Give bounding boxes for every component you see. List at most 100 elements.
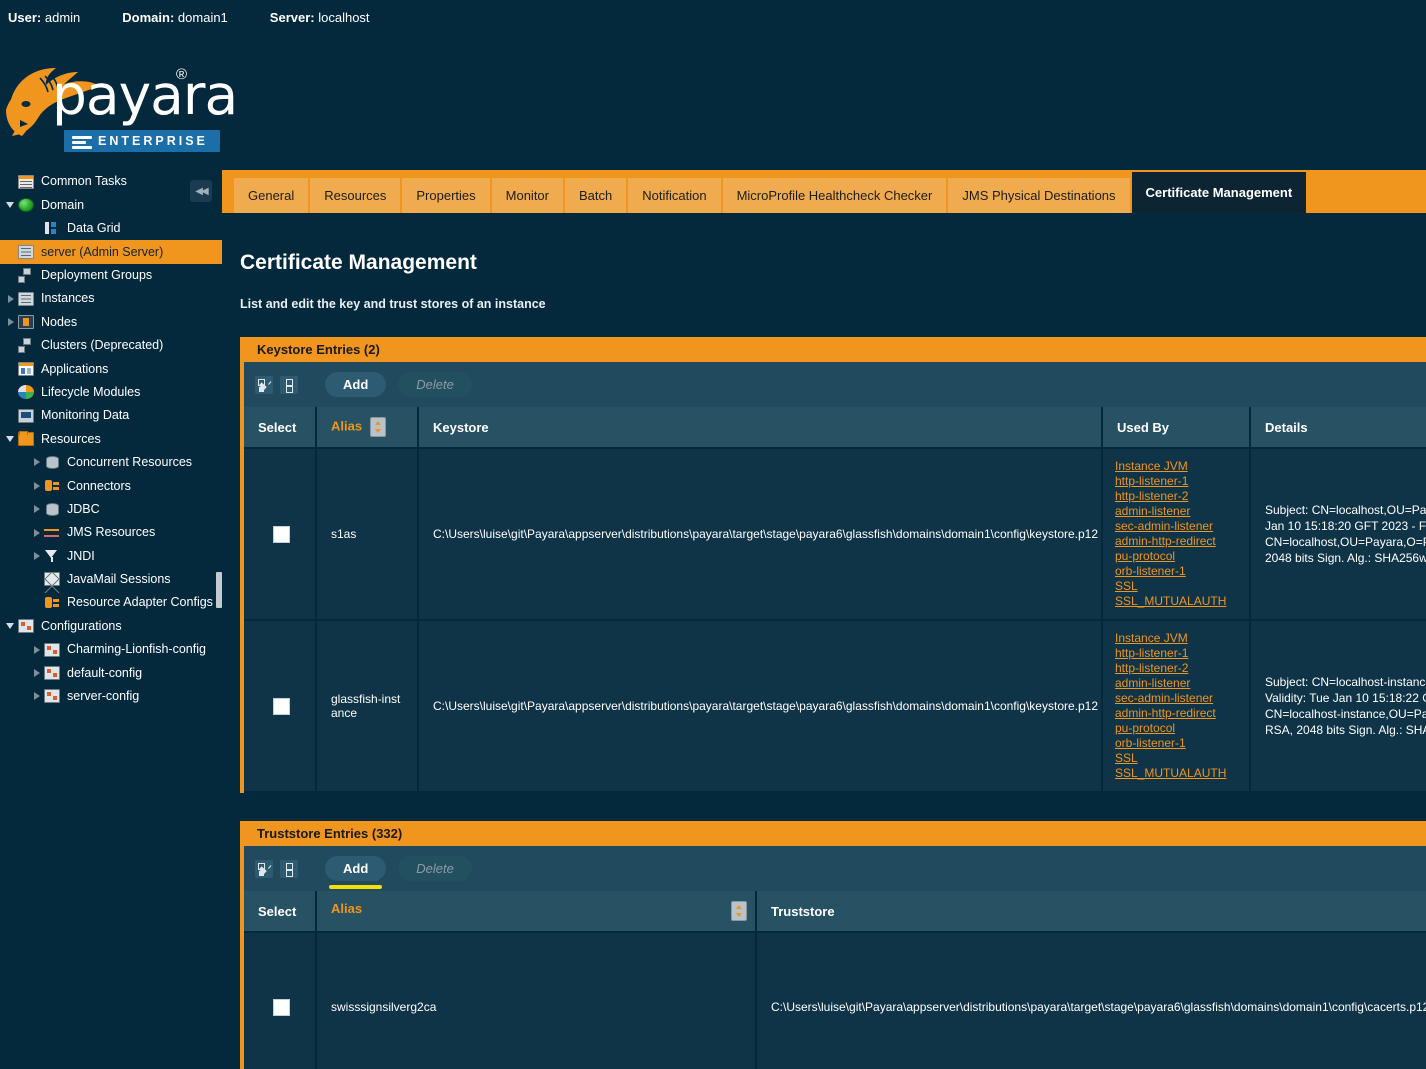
- used-by-link[interactable]: Instance JVM: [1115, 459, 1243, 474]
- sidebar-item-jdbc[interactable]: JDBC: [0, 497, 222, 520]
- tab-monitor[interactable]: Monitor: [492, 178, 565, 213]
- used-by-link[interactable]: admin-listener: [1115, 676, 1243, 691]
- used-by-link[interactable]: http-listener-2: [1115, 661, 1243, 676]
- sidebar-item-data-grid[interactable]: Data Grid: [0, 217, 222, 240]
- used-by-link[interactable]: pu-protocol: [1115, 549, 1243, 564]
- sort-toggle-icon[interactable]: [370, 417, 386, 437]
- used-by-link[interactable]: admin-http-redirect: [1115, 534, 1243, 549]
- menu-bars-icon: [72, 136, 92, 151]
- sidebar-item-jndi[interactable]: JNDI: [0, 544, 222, 567]
- used-by-link[interactable]: Instance JVM: [1115, 631, 1243, 646]
- used-by-link[interactable]: sec-admin-listener: [1115, 519, 1243, 534]
- sidebar-item-charming-lionfish-config[interactable]: Charming-Lionfish-config: [0, 638, 222, 661]
- sidebar-item-instances[interactable]: Instances: [0, 287, 222, 310]
- tab-jms-physical-destinations[interactable]: JMS Physical Destinations: [948, 178, 1131, 213]
- select-none-icon[interactable]: [280, 376, 298, 394]
- used-by-link[interactable]: admin-listener: [1115, 504, 1243, 519]
- twisty-expanded-icon[interactable]: [6, 434, 16, 444]
- sidebar-item-nodes[interactable]: Nodes: [0, 310, 222, 333]
- sidebar-item-domain[interactable]: Domain: [0, 193, 222, 216]
- details-line: Jan 10 15:18:20 GFT 2023 - Fr: [1265, 518, 1423, 534]
- sidebar-item-resources[interactable]: Resources: [0, 427, 222, 450]
- truststore-col-alias[interactable]: Alias: [316, 891, 756, 932]
- sidebar-item-label: Charming-Lionfish-config: [67, 643, 206, 656]
- tab-batch[interactable]: Batch: [565, 178, 628, 213]
- tab-label: Notification: [642, 188, 706, 203]
- sidebar-item-label: server-config: [67, 690, 139, 703]
- twisty-collapsed-icon[interactable]: [32, 691, 42, 701]
- select-all-icon[interactable]: [255, 376, 273, 394]
- sidebar-item-resource-adapter-configs[interactable]: Resource Adapter Configs: [0, 591, 222, 614]
- keystore-col-alias[interactable]: Alias: [316, 407, 418, 448]
- used-by-link[interactable]: SSL_MUTUALAUTH: [1115, 766, 1243, 781]
- twisty-collapsed-icon[interactable]: [32, 645, 42, 655]
- keystore-header-row: Select Alias Keystore Used By Details: [244, 407, 1426, 448]
- collapse-sidebar-button[interactable]: ◀◀: [190, 180, 212, 202]
- sidebar-item-javamail-sessions[interactable]: JavaMail Sessions: [0, 568, 222, 591]
- used-by-link[interactable]: orb-listener-1: [1115, 736, 1243, 751]
- twisty-collapsed-icon[interactable]: [32, 504, 42, 514]
- tab-label: Batch: [579, 188, 612, 203]
- truststore-col-truststore: Truststore: [756, 891, 1426, 932]
- twisty-collapsed-icon[interactable]: [32, 668, 42, 678]
- sort-toggle-icon[interactable]: [731, 901, 747, 921]
- tab-notification[interactable]: Notification: [628, 178, 722, 213]
- truststore-add-button[interactable]: Add: [325, 856, 386, 881]
- twisty-expanded-icon[interactable]: [6, 200, 16, 210]
- keystore-add-button[interactable]: Add: [325, 372, 386, 397]
- tab-properties[interactable]: Properties: [402, 178, 491, 213]
- sidebar-item-concurrent-resources[interactable]: Concurrent Resources: [0, 451, 222, 474]
- twisty-spacer: [6, 364, 16, 374]
- sidebar-item-lifecycle-modules[interactable]: Lifecycle Modules: [0, 381, 222, 404]
- tab-general[interactable]: General: [234, 178, 310, 213]
- sidebar-item-connectors[interactable]: Connectors: [0, 474, 222, 497]
- twisty-expanded-icon[interactable]: [6, 621, 16, 631]
- sidebar-item-label: Domain: [41, 199, 84, 212]
- tab-microprofile-healthcheck-checker[interactable]: MicroProfile Healthcheck Checker: [723, 178, 949, 213]
- tab-certificate-management[interactable]: Certificate Management: [1132, 172, 1307, 213]
- used-by-link[interactable]: http-listener-2: [1115, 489, 1243, 504]
- select-all-icon[interactable]: [255, 860, 273, 878]
- sidebar-item-jms-resources[interactable]: JMS Resources: [0, 521, 222, 544]
- sidebar-item-default-config[interactable]: default-config: [0, 661, 222, 684]
- sidebar-item-applications[interactable]: Applications: [0, 357, 222, 380]
- twisty-collapsed-icon[interactable]: [32, 528, 42, 538]
- sidebar-item-monitoring-data[interactable]: Monitoring Data: [0, 404, 222, 427]
- sidebar-scrollbar-thumb[interactable]: [216, 572, 222, 608]
- sidebar-item-deployment-groups[interactable]: Deployment Groups: [0, 264, 222, 287]
- row-select-checkbox[interactable]: [273, 999, 290, 1016]
- twisty-spacer: [32, 598, 42, 608]
- twisty-collapsed-icon[interactable]: [32, 481, 42, 491]
- used-by-link[interactable]: SSL: [1115, 579, 1243, 594]
- twisty-spacer: [6, 387, 16, 397]
- details-line: Validity: Tue Jan 10 15:18:22 G: [1265, 690, 1423, 706]
- twisty-collapsed-icon[interactable]: [6, 317, 16, 327]
- enterprise-badge: ENTERPRISE: [64, 130, 220, 152]
- sidebar-item-server-admin-server[interactable]: server (Admin Server): [0, 240, 222, 263]
- common-tasks-icon: [18, 175, 34, 189]
- select-none-icon[interactable]: [280, 860, 298, 878]
- domain-label: Domain:: [122, 10, 174, 25]
- sidebar-item-common-tasks[interactable]: Common Tasks: [0, 170, 222, 193]
- twisty-collapsed-icon[interactable]: [32, 457, 42, 467]
- tab-resources[interactable]: Resources: [310, 178, 402, 213]
- used-by-link[interactable]: SSL: [1115, 751, 1243, 766]
- sidebar-item-configurations[interactable]: Configurations: [0, 614, 222, 637]
- truststore-table: Select Alias Truststore swisssignsilverg…: [244, 891, 1426, 1069]
- used-by-link[interactable]: SSL_MUTUALAUTH: [1115, 594, 1243, 609]
- twisty-collapsed-icon[interactable]: [6, 294, 16, 304]
- used-by-link[interactable]: http-listener-1: [1115, 474, 1243, 489]
- sidebar-item-label: Common Tasks: [41, 175, 127, 188]
- used-by-link[interactable]: sec-admin-listener: [1115, 691, 1243, 706]
- used-by-link[interactable]: http-listener-1: [1115, 646, 1243, 661]
- twisty-collapsed-icon[interactable]: [32, 551, 42, 561]
- used-by-link[interactable]: pu-protocol: [1115, 721, 1243, 736]
- sidebar-item-server-config[interactable]: server-config: [0, 685, 222, 708]
- sidebar-item-label: Clusters (Deprecated): [41, 339, 163, 352]
- row-select-checkbox[interactable]: [273, 698, 290, 715]
- used-by-link[interactable]: admin-http-redirect: [1115, 706, 1243, 721]
- keystore-path-cell: C:\Users\luise\git\Payara\appserver\dist…: [418, 620, 1102, 792]
- used-by-link[interactable]: orb-listener-1: [1115, 564, 1243, 579]
- row-select-checkbox[interactable]: [273, 526, 290, 543]
- sidebar-item-clusters-deprecated[interactable]: Clusters (Deprecated): [0, 334, 222, 357]
